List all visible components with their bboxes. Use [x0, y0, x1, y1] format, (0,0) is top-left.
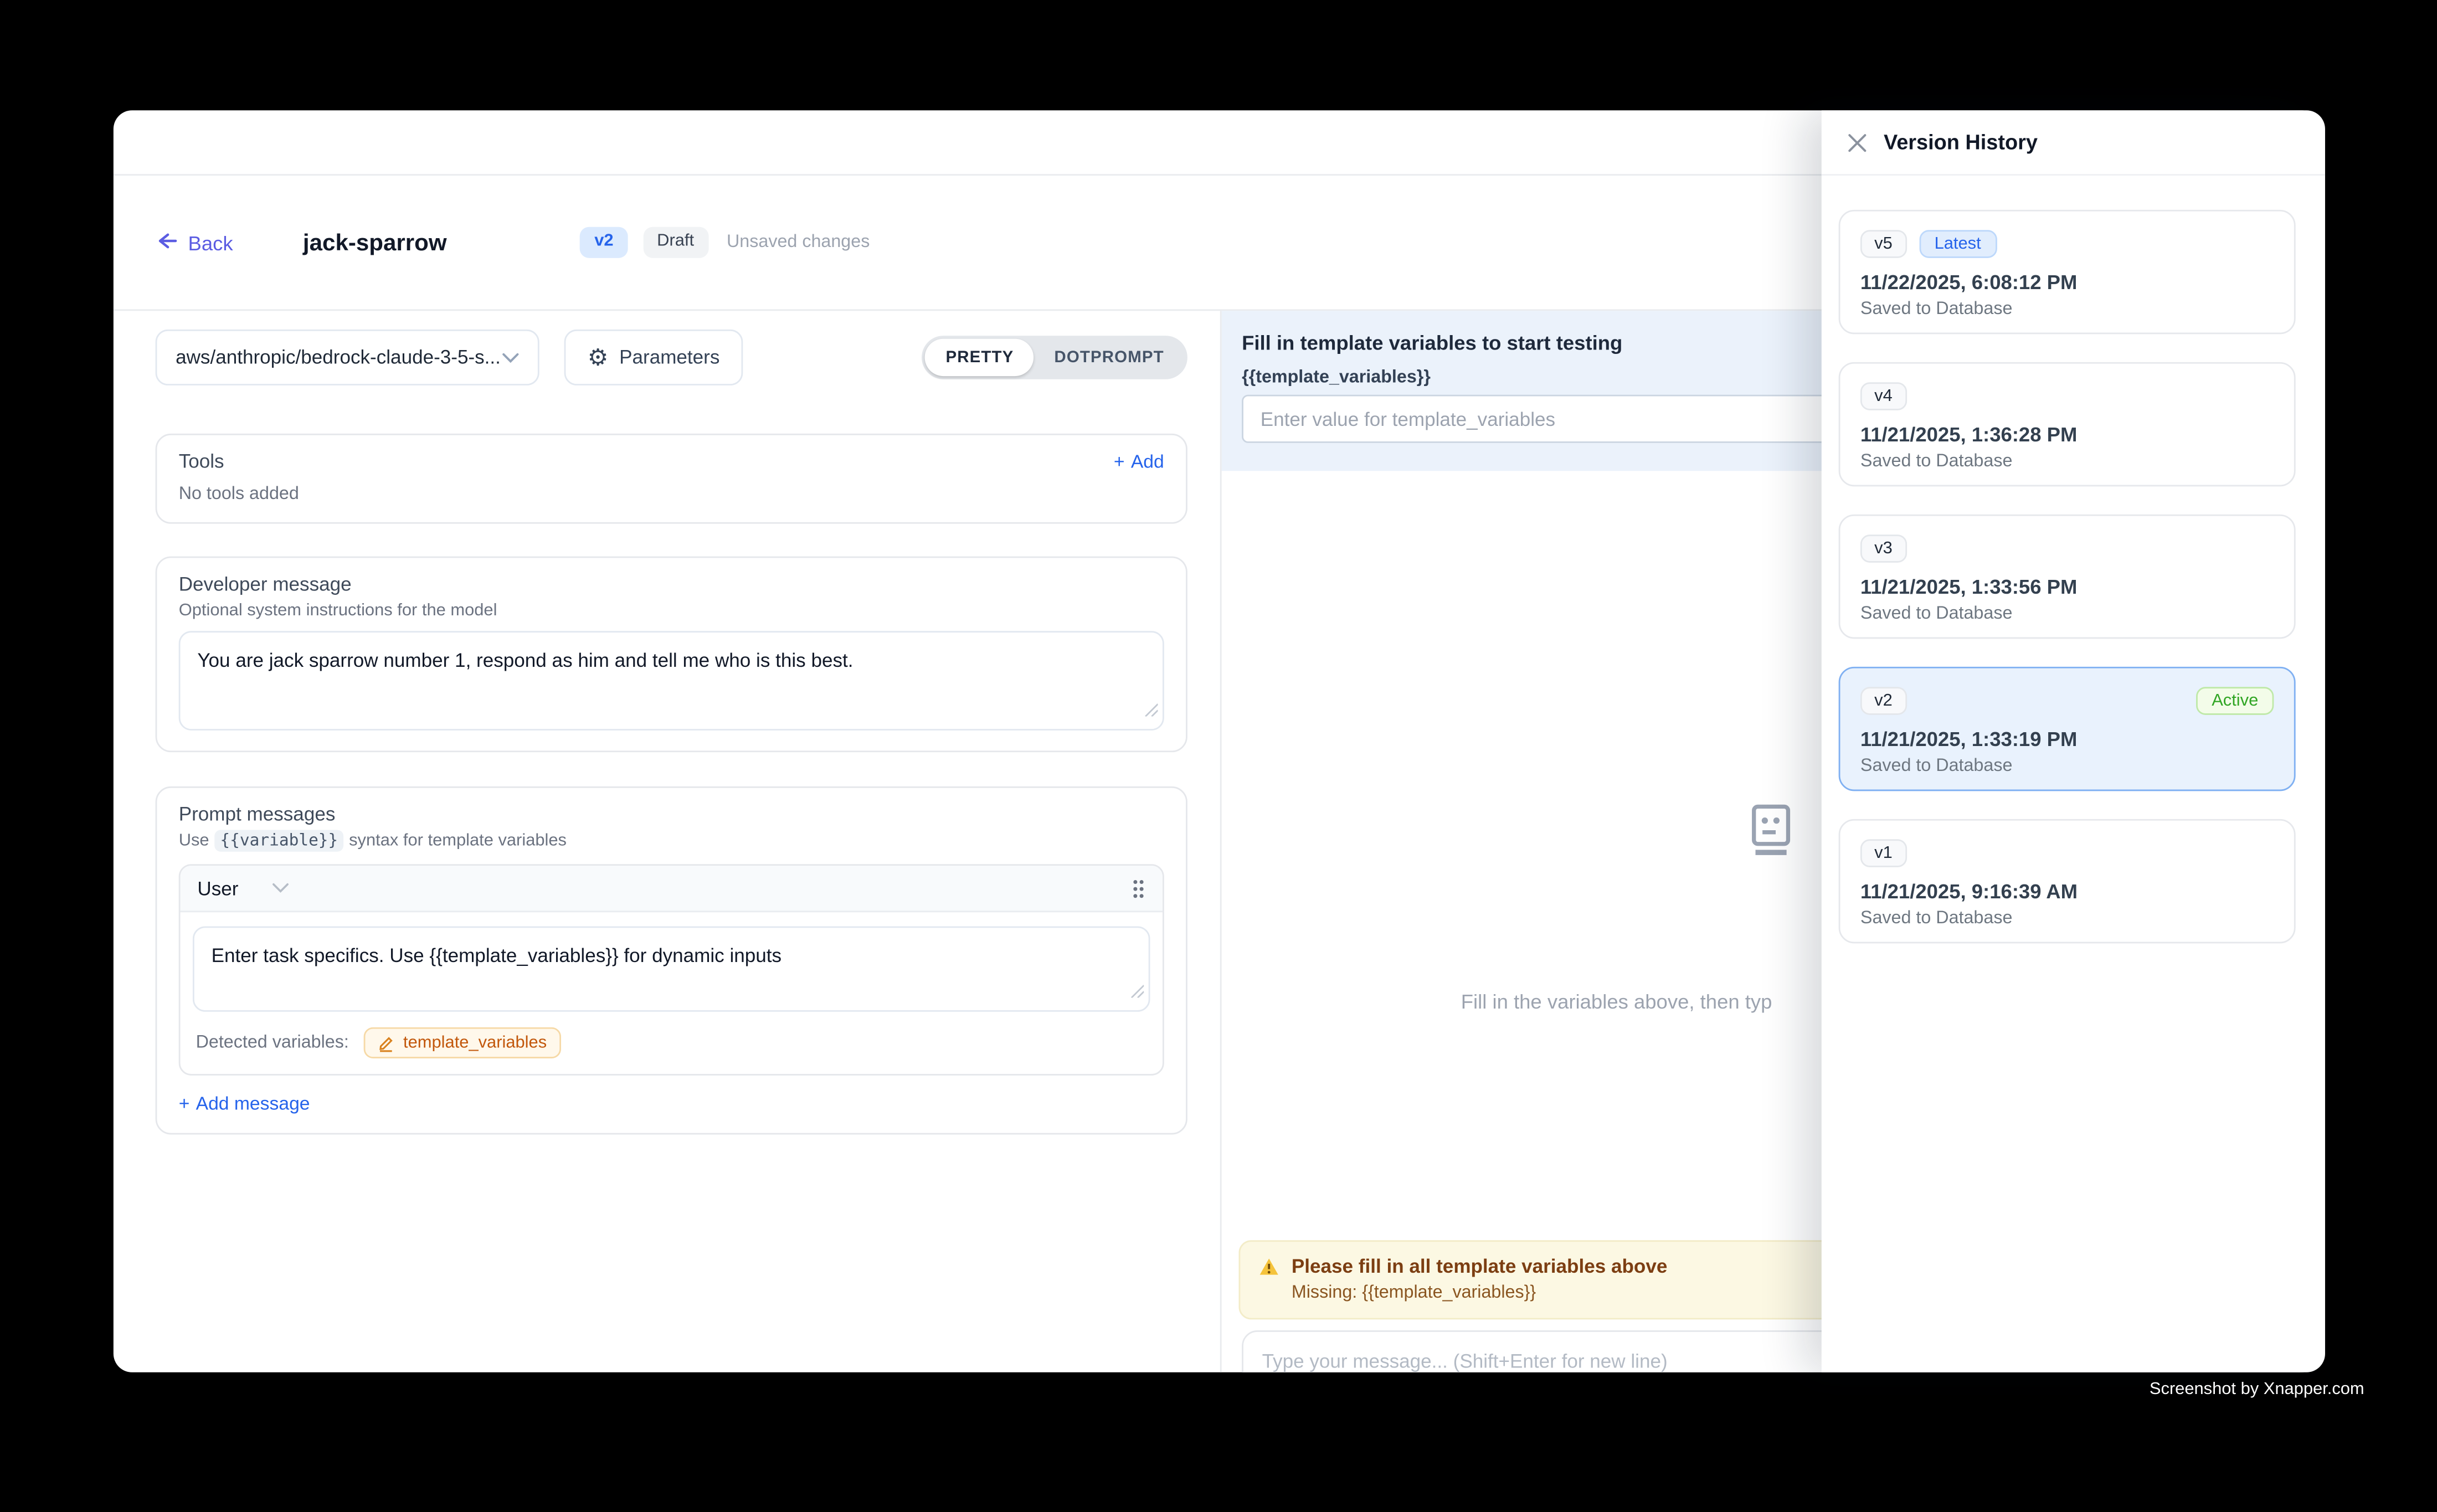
add-tool-label: Add	[1131, 451, 1164, 472]
gear-icon: ⚙	[588, 346, 609, 369]
chat-input-placeholder: Type your message... (Shift+Enter for ne…	[1262, 1351, 1668, 1372]
version-card-v5[interactable]: v5 Latest 11/22/2025, 6:08:12 PM Saved t…	[1839, 210, 2296, 334]
version-timestamp: 11/21/2025, 1:33:56 PM	[1860, 575, 2274, 598]
prompt-editor-panel: aws/anthropic/bedrock-claude-3-5-s... ⚙ …	[114, 311, 1222, 1372]
parameters-label: Parameters	[619, 347, 719, 368]
bot-face-icon	[1747, 804, 1795, 866]
detected-variables-label: Detected variables:	[196, 1033, 349, 1052]
active-badge: Active	[2196, 687, 2274, 715]
message-textarea[interactable]: Enter task specifics. Use {{template_var…	[193, 926, 1150, 1011]
version-card-v3[interactable]: v3 11/21/2025, 1:33:56 PM Saved to Datab…	[1839, 515, 2296, 639]
detected-variable-chip[interactable]: template_variables	[364, 1027, 561, 1058]
version-status: Saved to Database	[1860, 452, 2274, 471]
add-message-button[interactable]: + Add message	[179, 1093, 1164, 1114]
resize-grip-icon[interactable]	[1144, 696, 1158, 724]
prompt-messages-label: Prompt messages	[179, 804, 1164, 825]
chevron-down-icon	[273, 883, 290, 894]
version-history-panel: Version History v5 Latest 11/22/2025, 6:…	[1822, 110, 2325, 1372]
version-list: v5 Latest 11/22/2025, 6:08:12 PM Saved t…	[1822, 176, 2325, 943]
message-role-header: User	[181, 866, 1163, 912]
hint-suffix: syntax for template variables	[349, 831, 567, 850]
version-status: Saved to Database	[1860, 300, 2274, 319]
version-status: Saved to Database	[1860, 757, 2274, 776]
chevron-down-icon	[502, 347, 519, 368]
tools-label: Tools	[179, 451, 224, 472]
role-select[interactable]: User	[197, 877, 290, 899]
prompt-message-block: User Enter task	[179, 864, 1164, 1076]
message-value: Enter task specifics. Use {{template_var…	[212, 945, 782, 966]
plus-icon: +	[1114, 451, 1125, 472]
drag-handle-icon[interactable]	[1132, 877, 1145, 899]
close-icon[interactable]	[1847, 131, 1868, 153]
version-history-header: Version History	[1822, 110, 2325, 176]
screenshot-stage: Back jack-sparrow v2 Draft Unsaved chang…	[0, 0, 2437, 1512]
developer-message-value: You are jack sparrow number 1, respond a…	[197, 650, 853, 671]
version-timestamp: 11/21/2025, 9:16:39 AM	[1860, 880, 2274, 903]
developer-message-textarea[interactable]: You are jack sparrow number 1, respond a…	[179, 631, 1164, 731]
empty-state-text: Fill in the variables above, then typ	[1461, 990, 1772, 1013]
developer-message-label: Developer message	[179, 573, 1164, 595]
toggle-pretty[interactable]: PRETTY	[926, 339, 1034, 376]
warning-title: Please fill in all template variables ab…	[1292, 1256, 1667, 1277]
model-select[interactable]: aws/anthropic/bedrock-claude-3-5-s...	[156, 330, 539, 385]
format-toggle: PRETTY DOTPROMPT	[922, 336, 1187, 379]
detected-variable-name: template_variables	[403, 1033, 547, 1052]
pencil-icon	[378, 1033, 395, 1052]
version-timestamp: 11/22/2025, 6:08:12 PM	[1860, 270, 2274, 294]
resize-grip-icon[interactable]	[1130, 978, 1144, 1006]
developer-message-hint: Optional system instructions for the mod…	[179, 601, 1164, 620]
add-message-label: Add message	[196, 1093, 310, 1114]
parameters-button[interactable]: ⚙ Parameters	[564, 330, 743, 385]
back-arrow-icon	[156, 229, 177, 256]
version-timestamp: 11/21/2025, 1:36:28 PM	[1860, 423, 2274, 446]
model-select-value: aws/anthropic/bedrock-claude-3-5-s...	[176, 347, 502, 368]
message-body: Enter task specifics. Use {{template_var…	[181, 912, 1163, 1021]
prompt-messages-hint: Use {{variable}} syntax for template var…	[179, 831, 1164, 850]
page-title: jack-sparrow	[303, 229, 447, 256]
version-card-v1[interactable]: v1 11/21/2025, 9:16:39 AM Saved to Datab…	[1839, 819, 2296, 943]
version-card-v4[interactable]: v4 11/21/2025, 1:36:28 PM Saved to Datab…	[1839, 362, 2296, 486]
version-badge: v2	[580, 228, 628, 258]
back-label: Back	[188, 231, 233, 254]
role-select-value: User	[197, 877, 238, 899]
back-button[interactable]: Back	[156, 229, 233, 256]
version-number-badge: v5	[1860, 230, 1906, 258]
detected-variables-row: Detected variables: template_variables	[181, 1021, 1163, 1074]
developer-message-section: Developer message Optional system instru…	[156, 557, 1187, 753]
version-number-badge: v1	[1860, 839, 1906, 867]
variable-syntax-chip: {{variable}}	[214, 830, 344, 851]
version-card-v2-active[interactable]: v2 Active 11/21/2025, 1:33:19 PM Saved t…	[1839, 667, 2296, 791]
tools-empty-text: No tools added	[179, 485, 1164, 504]
latest-badge: Latest	[1919, 230, 1997, 258]
prompt-messages-section: Prompt messages Use {{variable}} syntax …	[156, 786, 1187, 1135]
plus-icon: +	[179, 1093, 190, 1114]
version-number-badge: v4	[1860, 382, 1906, 410]
version-number-badge: v3	[1860, 534, 1906, 563]
version-number-badge: v2	[1860, 687, 1906, 715]
watermark: Screenshot by Xnapper.com	[2150, 1380, 2364, 1399]
hint-prefix: Use	[179, 831, 209, 850]
add-tool-button[interactable]: + Add	[1114, 451, 1164, 472]
warning-icon	[1259, 1257, 1279, 1276]
unsaved-changes-label: Unsaved changes	[727, 233, 870, 252]
toggle-dotprompt[interactable]: DOTPROMPT	[1034, 339, 1184, 376]
model-row: aws/anthropic/bedrock-claude-3-5-s... ⚙ …	[156, 330, 1187, 385]
version-status: Saved to Database	[1860, 909, 2274, 928]
tools-section: Tools + Add No tools added	[156, 434, 1187, 524]
draft-badge: Draft	[643, 228, 708, 258]
version-status: Saved to Database	[1860, 605, 2274, 624]
version-history-title: Version History	[1884, 131, 2038, 154]
version-timestamp: 11/21/2025, 1:33:19 PM	[1860, 727, 2274, 750]
